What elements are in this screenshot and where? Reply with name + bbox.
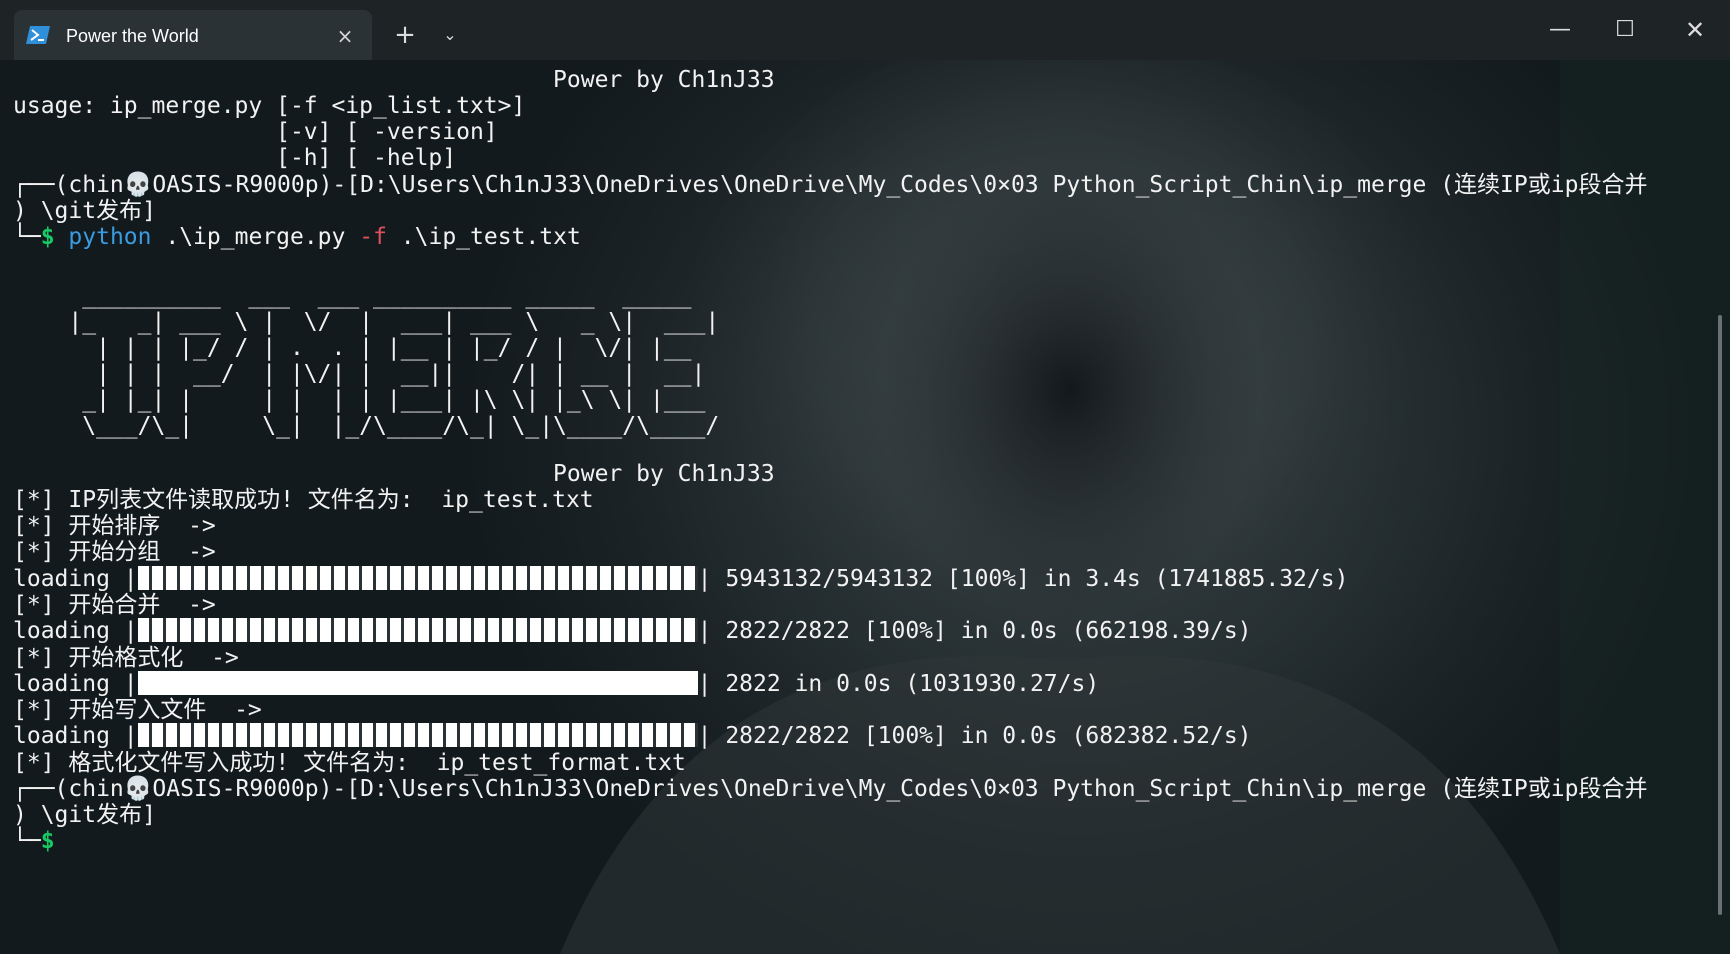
powershell-icon (26, 26, 50, 44)
progress-label: loading | (13, 618, 138, 644)
usage-line-2: [-v] [ -version] (13, 119, 498, 145)
banner-top: Power by Ch1nJ33 (13, 67, 775, 93)
ascii-art-line-3: | | | |_/ / | . . | |__ | |_/ / | \/| |_… (13, 335, 692, 361)
progress-stats-1: | 5943132/5943132 [100%] in 3.4s (174188… (697, 566, 1349, 592)
prompt-symbol: $ (40, 224, 55, 250)
msg-write: [*] 开始写入文件 -> (13, 697, 262, 723)
chevron-down-icon[interactable]: ⌄ (435, 20, 465, 50)
progress-label: loading | (13, 671, 138, 697)
title-bar: Power the World × + ⌄ — ☐ ✕ (0, 0, 1730, 60)
tab-title: Power the World (66, 26, 199, 46)
command-name: python (68, 224, 152, 250)
progress-fill-3 (137, 671, 698, 695)
terminal-window: Power the World × + ⌄ — ☐ ✕ Power by Ch1… (0, 0, 1730, 954)
msg-merge: [*] 开始合并 -> (13, 592, 216, 618)
ascii-art-line-5: _| |_| | | | | | |___| |\ \| |_\ \| |___ (13, 387, 706, 413)
ascii-art-line-2: |_ _| ___ \ | \/ | ___| ___ \ _ \| ___| (13, 309, 720, 335)
command-line: └─$ python .\ip_merge.py -f .\ip_test.tx… (13, 223, 581, 252)
terminal-output[interactable]: Power by Ch1nJ33 usage: ip_merge.py [-f … (0, 60, 1730, 954)
prompt-corner: └─ (13, 828, 41, 854)
progress-label: loading | (13, 566, 138, 592)
prompt-path-line-2: ┌──(chin💀OASIS-R9000p)-[D:\Users\Ch1nJ33… (13, 776, 1648, 802)
progress-line-2: loading | | 2822/2822 [100%] in 0.0s (662… (13, 617, 1252, 646)
progress-stats-3: | 2822 in 0.0s (1031930.27/s) (697, 671, 1100, 697)
ascii-art-line-1: __________ ___ ___ __________ _____ ____… (13, 283, 692, 309)
progress-fill-4 (137, 723, 698, 747)
new-tab-button[interactable]: + (390, 20, 420, 50)
msg-write-success: [*] 格式化文件写入成功! 文件名为: ip_test_format.txt (13, 750, 686, 776)
prompt-symbol: $ (40, 828, 55, 854)
prompt-corner: └─ (13, 224, 41, 250)
command-flag: -f (359, 224, 387, 250)
msg-sort: [*] 开始排序 -> (13, 513, 216, 539)
progress-line-1: loading | | 5943132/5943132 [100%] in 3.4… (13, 565, 1348, 594)
close-window-button[interactable]: ✕ (1675, 14, 1715, 46)
prompt-path-line-2-cont: ) \git发布] (13, 802, 156, 828)
banner-bottom: Power by Ch1nJ33 (13, 461, 775, 487)
progress-bar-4 (137, 723, 698, 747)
progress-line-4: loading | | 2822/2822 [100%] in 0.0s (682… (13, 722, 1252, 751)
msg-read-success: [*] IP列表文件读取成功! 文件名为: ip_test.txt (13, 487, 594, 513)
maximize-button[interactable]: ☐ (1605, 14, 1645, 46)
usage-line-3: [-h] [ -help] (13, 145, 457, 171)
progress-fill-1 (137, 566, 698, 590)
progress-fill-2 (137, 618, 698, 642)
command-arg: .\ip_test.txt (386, 224, 581, 250)
ascii-art-line-6: \___/\_| \_| |_/\____/\_| \_|\____/\____… (13, 413, 720, 439)
scrollbar[interactable] (1718, 315, 1722, 915)
prompt-path-line-1-cont: ) \git发布] (13, 198, 156, 224)
progress-bar-1 (137, 566, 698, 590)
progress-bar-2 (137, 618, 698, 642)
progress-stats-4: | 2822/2822 [100%] in 0.0s (682382.52/s) (697, 723, 1252, 749)
progress-line-3: loading | | 2822 in 0.0s (1031930.27/s) (13, 670, 1099, 699)
usage-line-1: usage: ip_merge.py [-f <ip_list.txt>] (13, 93, 526, 119)
prompt-line-2[interactable]: └─$ (13, 827, 55, 856)
msg-format: [*] 开始格式化 -> (13, 645, 239, 671)
close-tab-icon[interactable]: × (332, 23, 358, 49)
ascii-art-line-4: | | | __/ | |\/| | __|| /| | __ | __| (13, 361, 706, 387)
progress-label: loading | (13, 723, 138, 749)
tab-power-the-world[interactable]: Power the World × (14, 10, 372, 60)
command-script: .\ip_merge.py (151, 224, 360, 250)
minimize-button[interactable]: — (1540, 14, 1580, 46)
prompt-path-line-1: ┌──(chin💀OASIS-R9000p)-[D:\Users\Ch1nJ33… (13, 172, 1648, 198)
progress-stats-2: | 2822/2822 [100%] in 0.0s (662198.39/s) (697, 618, 1252, 644)
msg-group: [*] 开始分组 -> (13, 539, 216, 565)
progress-bar-3 (137, 671, 698, 695)
